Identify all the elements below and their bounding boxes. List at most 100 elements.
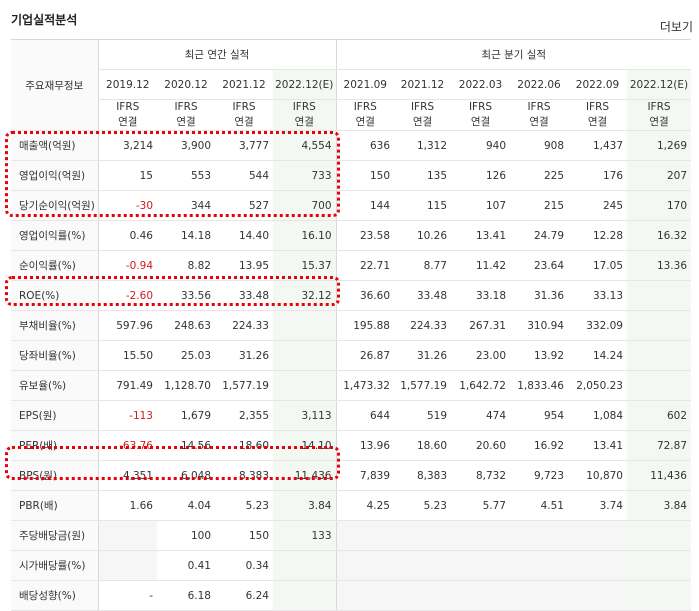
- table-cell: [627, 580, 691, 611]
- table-cell: 17.05: [568, 250, 627, 281]
- table-cell: 14.24: [568, 340, 627, 371]
- table-cell: 1,642.72: [451, 370, 510, 401]
- period-header: 2022.06: [510, 69, 568, 100]
- table-cell: 11.42: [451, 250, 510, 281]
- basis-header: IFRS 연결: [394, 99, 451, 131]
- table-cell: 170: [627, 190, 691, 221]
- table-cell: -: [97, 580, 157, 611]
- table-cell: 23.00: [451, 340, 510, 371]
- table-row: 부채비율(%) 597.96 248.63 224.33 195.88 224.33 267…: [11, 310, 691, 341]
- table-cell: 644: [335, 400, 394, 431]
- table-cell: 33.18: [451, 280, 510, 311]
- table-cell: -30: [97, 190, 157, 221]
- table-cell: 4.04: [157, 490, 215, 521]
- table-cell: 3.84: [273, 490, 336, 521]
- table-cell: 13.41: [568, 430, 627, 461]
- table-cell: 15.50: [97, 340, 157, 371]
- table-cell: 1,269: [627, 130, 691, 161]
- table-cell: 1.66: [97, 490, 157, 521]
- basis-header: IFRS 연결: [510, 99, 568, 131]
- financial-table: 주요재무정보 최근 연간 실적 최근 분기 실적 2019.12 2020.12 2…: [11, 39, 691, 611]
- table-cell: 23.64: [510, 250, 568, 281]
- basis-scope: 연결: [118, 116, 138, 128]
- table-cell: 33.48: [394, 280, 451, 311]
- table-cell: [627, 520, 691, 551]
- table-cell: 700: [273, 190, 336, 221]
- table-cell: [335, 550, 394, 581]
- section-title: 기업실적분석: [11, 13, 78, 27]
- table-cell: 18.60: [394, 430, 451, 461]
- table-cell: 1,128.70: [157, 370, 215, 401]
- basis-scope: 연결: [529, 116, 549, 128]
- table-cell: 5.23: [394, 490, 451, 521]
- table-cell: 6,048: [157, 460, 215, 491]
- quarter-group-header: 최근 분기 실적: [335, 39, 691, 70]
- table-cell: 15.37: [273, 250, 336, 281]
- period-header: 2022.12(E): [273, 69, 336, 100]
- table-cell: 72.87: [627, 430, 691, 461]
- table-cell: 14.40: [215, 220, 273, 251]
- table-cell: 0.34: [215, 550, 273, 581]
- table-cell: [627, 370, 691, 401]
- table-cell: 248.63: [157, 310, 215, 341]
- table-cell: 2,050.23: [568, 370, 627, 401]
- table-cell: 195.88: [335, 310, 394, 341]
- table-cell: -63.76: [97, 430, 157, 461]
- row-label: 영업이익(억원): [11, 160, 98, 191]
- table-row: 순이익률(%) -0.94 8.82 13.95 15.37 22.71 8.77 11.42…: [11, 250, 691, 281]
- table-cell: 31.26: [215, 340, 273, 371]
- table-cell: 8,383: [394, 460, 451, 491]
- table-cell: 7,839: [335, 460, 394, 491]
- table-row: 시가배당률(%) 0.41 0.34: [11, 550, 691, 581]
- table-cell: 1,833.46: [510, 370, 568, 401]
- period-header: 2022.12(E): [627, 69, 691, 100]
- more-link[interactable]: 더보기: [660, 18, 693, 35]
- table-cell: 3,900: [157, 130, 215, 161]
- basis-standard: IFRS: [174, 101, 198, 113]
- basis-standard: IFRS: [410, 101, 435, 113]
- table-cell: 135: [394, 160, 451, 191]
- table-cell: 33.13: [568, 280, 627, 311]
- table-row: 주당배당금(원) 100 150 133: [11, 520, 691, 551]
- table-cell: 25.03: [157, 340, 215, 371]
- table-cell: 1,312: [394, 130, 451, 161]
- table-cell: [97, 520, 157, 551]
- period-header: 2021.09: [335, 69, 394, 100]
- table-cell: 176: [568, 160, 627, 191]
- table-cell: 519: [394, 400, 451, 431]
- row-label: 부채비율(%): [11, 310, 98, 341]
- table-cell: 4,554: [273, 130, 336, 161]
- table-cell: 13.96: [335, 430, 394, 461]
- table-cell: [273, 310, 336, 341]
- table-cell: 1,577.19: [394, 370, 451, 401]
- table-cell: 126: [451, 160, 510, 191]
- table-cell: 3.74: [568, 490, 627, 521]
- table-cell: 13.36: [627, 250, 691, 281]
- row-label: PER(배): [11, 430, 98, 461]
- table-row: 당기순이익(억원) -30 344 527 700 144 115 107 215 245 170: [11, 190, 691, 221]
- table-cell: 13.92: [510, 340, 568, 371]
- table-cell: 1,084: [568, 400, 627, 431]
- table-row: BPS(원) 4,351 6,048 8,383 11,436 7,839 8,383 8,7…: [11, 460, 691, 491]
- table-cell: 474: [451, 400, 510, 431]
- table-cell: 150: [335, 160, 394, 191]
- table-cell: 527: [215, 190, 273, 221]
- basis-scope: 연결: [470, 116, 491, 128]
- table-cell: 267.31: [451, 310, 510, 341]
- table-cell: 31.36: [510, 280, 568, 311]
- basis-standard: IFRS: [116, 101, 140, 113]
- basis-standard: IFRS: [647, 101, 671, 113]
- basis-header: IFRS 연결: [215, 99, 273, 131]
- table-cell: [627, 310, 691, 341]
- table-cell: 3.84: [627, 490, 691, 521]
- table-cell: 332.09: [568, 310, 627, 341]
- table-cell: 733: [273, 160, 336, 191]
- table-cell: 14.56: [157, 430, 215, 461]
- table-cell: 24.79: [510, 220, 568, 251]
- table-cell: 6.18: [157, 580, 215, 611]
- row-label: PBR(배): [11, 490, 98, 521]
- basis-scope: 연결: [294, 116, 314, 128]
- table-cell: 8,732: [451, 460, 510, 491]
- table-cell: [335, 580, 394, 611]
- table-cell: 602: [627, 400, 691, 431]
